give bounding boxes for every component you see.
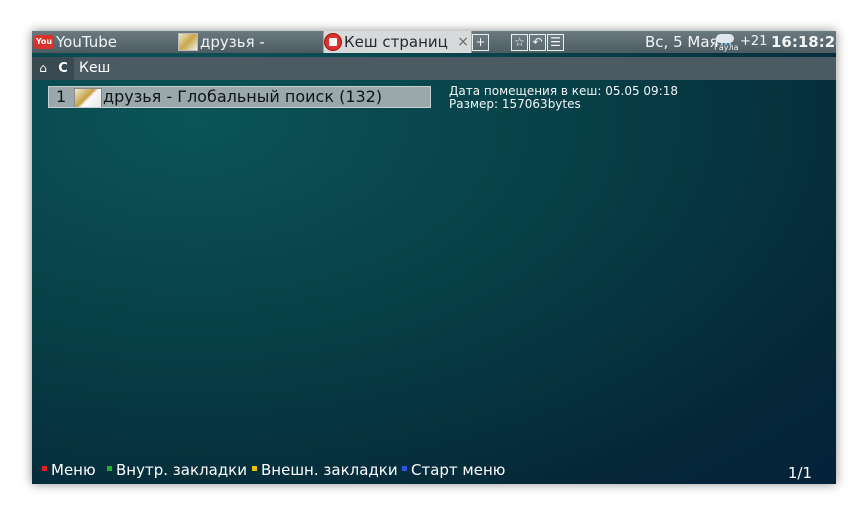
address-bar: ⌂ C Кеш xyxy=(32,57,836,80)
address-field[interactable]: Кеш xyxy=(74,57,836,80)
yellow-key-icon xyxy=(252,466,257,471)
home-icon[interactable]: ⌂ xyxy=(35,57,51,80)
page-counter: 1/1 xyxy=(787,464,812,482)
internal-bookmarks-key[interactable]: Внутр. закладки xyxy=(107,459,247,481)
tab-bar: You YouTube друзья - Кеш страниц × + ☆ ↶ … xyxy=(32,31,836,53)
cache-details: Дата помещения в кеш: 05.05 09:18 Размер… xyxy=(449,85,678,111)
temperature: +21 xyxy=(740,34,768,49)
bookmark-star-icon[interactable]: ☆ xyxy=(511,34,528,51)
page-thumbnail-icon xyxy=(74,88,102,107)
green-key-icon xyxy=(107,466,112,471)
tab-page-cache[interactable]: Кеш страниц × xyxy=(323,31,472,53)
bottom-key-hints: Меню Внутр. закладки Внешн. закладки Ста… xyxy=(32,459,836,482)
item-index: 1 xyxy=(56,87,67,106)
menu-icon[interactable]: ☰ xyxy=(547,34,564,51)
new-tab-button[interactable]: + xyxy=(472,34,489,51)
red-key-icon xyxy=(42,466,47,471)
clock: 16:18:24 xyxy=(771,33,836,51)
tv-browser-screen: You YouTube друзья - Кеш страниц × + ☆ ↶ … xyxy=(32,31,836,484)
external-bookmarks-key[interactable]: Внешн. закладки xyxy=(252,459,398,481)
blue-key-icon xyxy=(402,466,407,471)
friends-thumbnail-icon xyxy=(178,32,198,51)
reload-icon[interactable]: C xyxy=(56,57,70,80)
date-display: Вс, 5 Мая xyxy=(645,33,719,51)
cache-list-item[interactable]: 1 друзья - Глобальный поиск (132) xyxy=(48,86,431,108)
start-menu-key[interactable]: Старт меню xyxy=(402,459,505,481)
item-title: друзья - Глобальный поиск (132) xyxy=(103,87,383,106)
tab-label: друзья - xyxy=(200,33,265,51)
cache-size: Размер: 157063bytes xyxy=(449,97,581,111)
tab-youtube[interactable]: You YouTube xyxy=(34,31,174,53)
back-icon[interactable]: ↶ xyxy=(529,34,546,51)
menu-key[interactable]: Меню xyxy=(42,459,96,481)
youtube-icon: You xyxy=(34,34,54,49)
tab-label: Кеш страниц xyxy=(344,33,448,51)
tab-label: YouTube xyxy=(56,33,117,51)
tab-close-icon[interactable]: × xyxy=(457,31,469,53)
tab-friends[interactable]: друзья - xyxy=(178,31,318,53)
cache-icon xyxy=(324,32,342,51)
